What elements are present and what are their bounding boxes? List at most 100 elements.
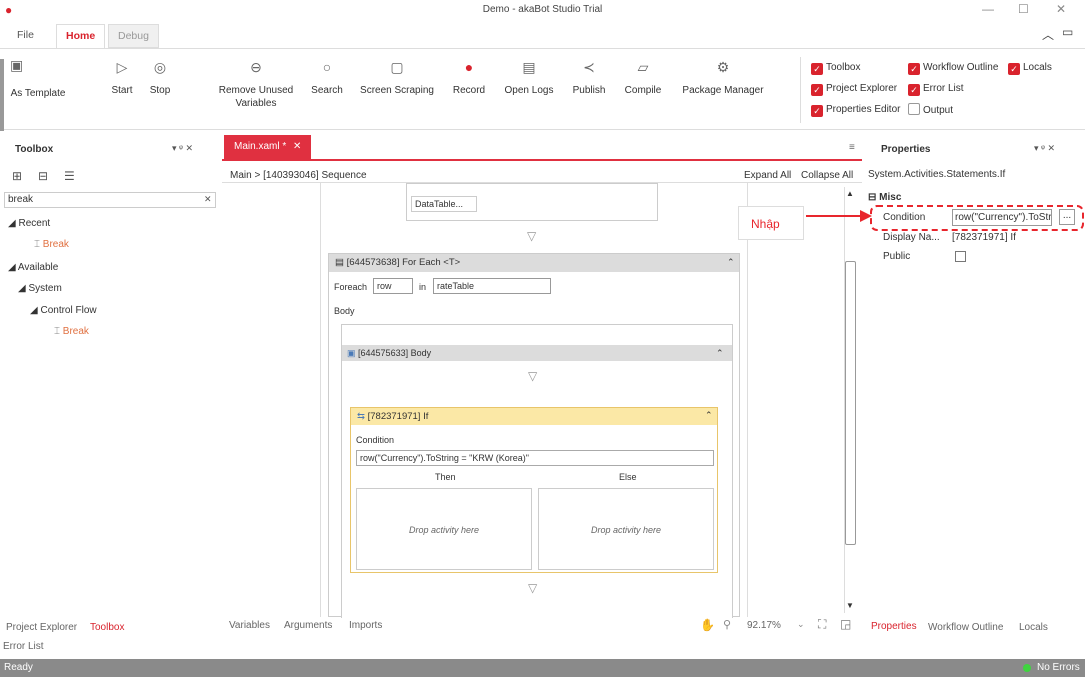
foreach-label: Foreach: [334, 282, 368, 292]
tab-properties[interactable]: Properties: [871, 621, 917, 632]
as-template-button[interactable]: As Template: [8, 87, 68, 100]
package-manager-button[interactable]: ⚙ Package Manager: [678, 59, 768, 97]
datatable-field[interactable]: DataTable...: [411, 196, 477, 212]
stop-button[interactable]: ◎ Stop: [146, 60, 174, 97]
output-checkbox[interactable]: Output: [908, 103, 953, 118]
chevron-down-icon: ▽: [528, 581, 538, 595]
layout-icon[interactable]: ▭: [1062, 25, 1073, 39]
template-icon: ▣: [10, 57, 24, 73]
compile-button[interactable]: ▱ Compile: [622, 60, 664, 97]
status-text: Ready: [4, 662, 33, 673]
property-row-public[interactable]: Public: [866, 247, 1085, 266]
share-icon: ≺: [583, 59, 595, 75]
if-activity[interactable]: ⇆ [782371971] If ⌃ Condition row("Curren…: [350, 407, 718, 573]
publish-button[interactable]: ≺ Publish: [570, 59, 608, 97]
body-sequence[interactable]: ▣ [644575633] Body ⌃ ▽ ⇆ [782371971] If …: [341, 324, 733, 618]
toolbox-search-input[interactable]: break: [4, 192, 216, 208]
tab-debug[interactable]: Debug: [108, 24, 159, 48]
tab-variables[interactable]: Variables: [229, 620, 270, 631]
tab-home[interactable]: Home: [56, 24, 106, 48]
tab-locals[interactable]: Locals: [1019, 622, 1048, 633]
project-explorer-checkbox[interactable]: ✓ Project Explorer: [811, 82, 897, 96]
checkmark-icon: ✓: [811, 84, 823, 96]
pin-icon[interactable]: ▾ ᵠ ✕: [1034, 143, 1055, 154]
checkmark-icon: ✓: [908, 84, 920, 96]
foreach-activity[interactable]: ▤ [644573638] For Each <T> ⌃ Foreach row…: [328, 253, 740, 618]
condition-input[interactable]: row("Currency").ToString = "KRW (Korea)": [356, 450, 714, 466]
collapse-icon[interactable]: ⌃: [727, 257, 735, 268]
open-logs-button[interactable]: ▤ Open Logs: [502, 60, 556, 97]
remove-unused-variables-button[interactable]: ⊖ Remove Unused Variables: [216, 60, 296, 110]
zoom-icon[interactable]: ⚲: [723, 618, 731, 631]
body-label: Body: [334, 306, 355, 316]
screen-scraping-button[interactable]: ▢ Screen Scraping: [358, 60, 436, 97]
misc-category[interactable]: ⊟ Misc: [868, 192, 901, 203]
tree-system[interactable]: ◢ System: [18, 283, 62, 294]
tab-file[interactable]: File: [8, 24, 43, 48]
package-icon: ⚙: [716, 59, 730, 75]
collapse-all-icon[interactable]: ⊟: [38, 169, 48, 183]
tree-available[interactable]: ◢ Available: [8, 262, 58, 273]
foreach-item-input[interactable]: row: [373, 278, 413, 294]
clear-search-icon[interactable]: ✕: [204, 194, 212, 205]
tab-project-explorer[interactable]: Project Explorer: [6, 622, 77, 633]
tree-item-break[interactable]: ⌶ Break: [54, 326, 89, 337]
error-count[interactable]: No Errors: [1037, 659, 1080, 677]
title-bar: ● Demo - akaBot Studio Trial — ☐ ✕: [0, 0, 1085, 20]
tab-imports[interactable]: Imports: [349, 620, 382, 631]
properties-editor-checkbox[interactable]: ✓ Properties Editor: [811, 103, 900, 117]
search-button[interactable]: ○ Search: [310, 59, 344, 97]
error-list-checkbox[interactable]: ✓ Error List: [908, 82, 964, 96]
foreach-values-input[interactable]: rateTable: [433, 278, 551, 294]
locals-checkbox[interactable]: ✓ Locals: [1008, 61, 1052, 75]
collapse-icon[interactable]: ⌃: [705, 410, 713, 421]
breadcrumb[interactable]: Main > [140393046] Sequence: [230, 170, 367, 181]
search-icon: ○: [322, 59, 332, 75]
tree-control-flow[interactable]: ◢ Control Flow: [30, 305, 97, 316]
expand-all-icon[interactable]: ⊞: [12, 169, 22, 183]
record-icon: ●: [464, 59, 474, 75]
tab-toolbox[interactable]: Toolbox: [90, 622, 124, 633]
start-button[interactable]: ▷ Start: [108, 60, 136, 97]
tree-item-break-recent[interactable]: ⌶ Break: [34, 239, 69, 250]
collapse-all-link[interactable]: Collapse All: [801, 170, 853, 181]
close-icon[interactable]: ✕: [1056, 2, 1066, 16]
zoom-level[interactable]: 92.17%: [747, 620, 781, 631]
tab-workflow-outline[interactable]: Workflow Outline: [928, 622, 1003, 633]
sequence-icon: ▣: [347, 348, 356, 358]
workflow-outline-checkbox[interactable]: ✓ Workflow Outline: [908, 61, 998, 75]
vertical-scrollbar[interactable]: ▲ ▼: [844, 187, 856, 613]
tab-underline: [222, 159, 862, 161]
overview-icon[interactable]: ◲: [840, 617, 851, 631]
then-drop-zone[interactable]: Drop activity here: [356, 488, 532, 570]
in-label: in: [419, 282, 427, 292]
scrollbar-thumb[interactable]: [845, 261, 856, 545]
else-drop-zone[interactable]: Drop activity here: [538, 488, 714, 570]
tab-main-xaml[interactable]: Main.xaml * ✕: [224, 135, 312, 159]
collapse-icon[interactable]: ⌃: [716, 348, 724, 359]
ribbon-scroll-handle[interactable]: [0, 59, 4, 131]
close-tab-icon[interactable]: ✕: [293, 141, 301, 152]
scroll-down-icon[interactable]: ▼: [846, 601, 854, 610]
chevron-up-icon[interactable]: ︿: [1042, 26, 1054, 43]
record-button[interactable]: ● Record: [450, 59, 488, 97]
hand-pan-icon[interactable]: ✋: [700, 618, 715, 632]
fit-screen-icon[interactable]: ⛶: [818, 617, 826, 632]
toolbox-checkbox[interactable]: ✓ Toolbox: [811, 61, 860, 75]
break-icon: ⌶: [54, 326, 60, 337]
tab-menu-icon[interactable]: ≡: [849, 142, 855, 153]
tab-error-list[interactable]: Error List: [3, 641, 44, 652]
body-header: ▣ [644575633] Body: [342, 345, 732, 361]
maximize-icon[interactable]: ☐: [1018, 2, 1029, 16]
tab-arguments[interactable]: Arguments: [284, 620, 332, 631]
expand-all-link[interactable]: Expand All: [744, 170, 791, 181]
tree-recent[interactable]: ◢ Recent: [8, 218, 50, 229]
zoom-dropdown-icon[interactable]: ⌄: [797, 619, 805, 630]
list-view-icon[interactable]: ☰: [64, 169, 75, 183]
datatable-activity[interactable]: DataTable...: [406, 183, 658, 221]
public-checkbox[interactable]: [955, 251, 966, 262]
collapse-category-icon[interactable]: ⊟: [868, 192, 876, 203]
pin-icon[interactable]: ▾ ᵠ ✕: [172, 143, 193, 154]
scroll-up-icon[interactable]: ▲: [846, 189, 854, 198]
minimize-icon[interactable]: —: [982, 2, 994, 16]
